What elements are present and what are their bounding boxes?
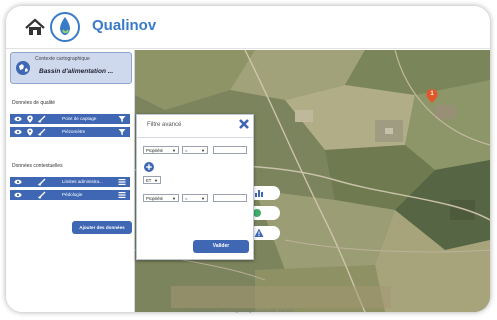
value-input-1[interactable] (213, 146, 247, 154)
eye-icon[interactable] (14, 178, 22, 186)
menu-icon[interactable] (118, 191, 126, 199)
home-icon[interactable] (24, 16, 46, 38)
map-context-panel[interactable]: Contexte cartographique Bassin d'aliment… (10, 52, 132, 84)
map-attribution: Carto Grandes - IGN Google, Bing, Source… (190, 308, 299, 313)
add-condition-icon[interactable] (144, 162, 154, 172)
logic-select[interactable]: ET ▼ (143, 176, 161, 184)
warning-icon (254, 228, 264, 237)
filter-icon[interactable] (118, 128, 126, 136)
app-window: Qualinov Contexte cartographique Bassin … (6, 6, 490, 312)
context-label: Contexte cartographique (35, 56, 90, 62)
layer-row-pedologie[interactable]: Pédologie (10, 190, 130, 200)
layer-label: Pédologie (62, 192, 83, 197)
dialog-title: Filtre avancé (147, 122, 182, 128)
layer-row-limites-administratives[interactable]: Limites administra... (10, 177, 130, 187)
operator-select-2[interactable]: = ▼ (182, 194, 208, 202)
layer-label: Limites administra... (62, 179, 103, 184)
section-quality-title: Données de qualité (12, 100, 56, 106)
globe-icon (16, 61, 30, 75)
section-contextual-title: Données contextuelles (12, 163, 63, 169)
eye-icon[interactable] (14, 191, 22, 199)
brush-icon[interactable] (38, 191, 46, 199)
qualinov-logo (50, 12, 80, 42)
dialog-divider (137, 137, 253, 138)
chevron-down-icon: ▼ (172, 196, 176, 201)
filter-icon[interactable] (118, 115, 126, 123)
menu-icon[interactable] (118, 178, 126, 186)
layer-row-point-de-captage[interactable]: Point de captage (10, 114, 130, 124)
property-select-2[interactable]: Propriété ▼ (143, 194, 179, 202)
validate-button[interactable]: Valider (193, 240, 249, 253)
close-icon[interactable] (238, 118, 250, 130)
map-marker-label: 1 (430, 91, 434, 97)
eye-icon[interactable] (14, 115, 22, 123)
value-input-2[interactable] (213, 194, 247, 202)
brush-icon[interactable] (38, 115, 46, 123)
context-name: Bassin d'alimentation ... (39, 68, 114, 75)
brush-icon[interactable] (38, 178, 46, 186)
marker-icon[interactable] (26, 115, 34, 123)
layer-label: Point de captage (62, 116, 97, 121)
chevron-down-icon: ▼ (201, 196, 205, 201)
chart-icon (255, 190, 263, 197)
eye-icon[interactable] (14, 128, 22, 136)
layer-label: Piézomètre (62, 129, 86, 134)
top-bar: Qualinov (6, 6, 490, 49)
chevron-down-icon: ▼ (154, 178, 158, 183)
marker-icon[interactable] (26, 128, 34, 136)
operator-select-1[interactable]: = ▼ (182, 146, 208, 154)
layer-sidebar: Contexte cartographique Bassin d'aliment… (6, 50, 135, 312)
add-data-button[interactable]: Ajouter des données (72, 221, 132, 234)
advanced-filter-dialog: Filtre avancé Propriété ▼ = ▼ ET ▼ Propriét… (136, 114, 254, 260)
layer-row-piezometre[interactable]: Piézomètre (10, 127, 130, 137)
app-brand: Qualinov (92, 17, 157, 34)
chevron-down-icon: ▼ (172, 148, 176, 153)
brush-icon[interactable] (38, 128, 46, 136)
property-select-1[interactable]: Propriété ▼ (143, 146, 179, 154)
chevron-down-icon: ▼ (201, 148, 205, 153)
